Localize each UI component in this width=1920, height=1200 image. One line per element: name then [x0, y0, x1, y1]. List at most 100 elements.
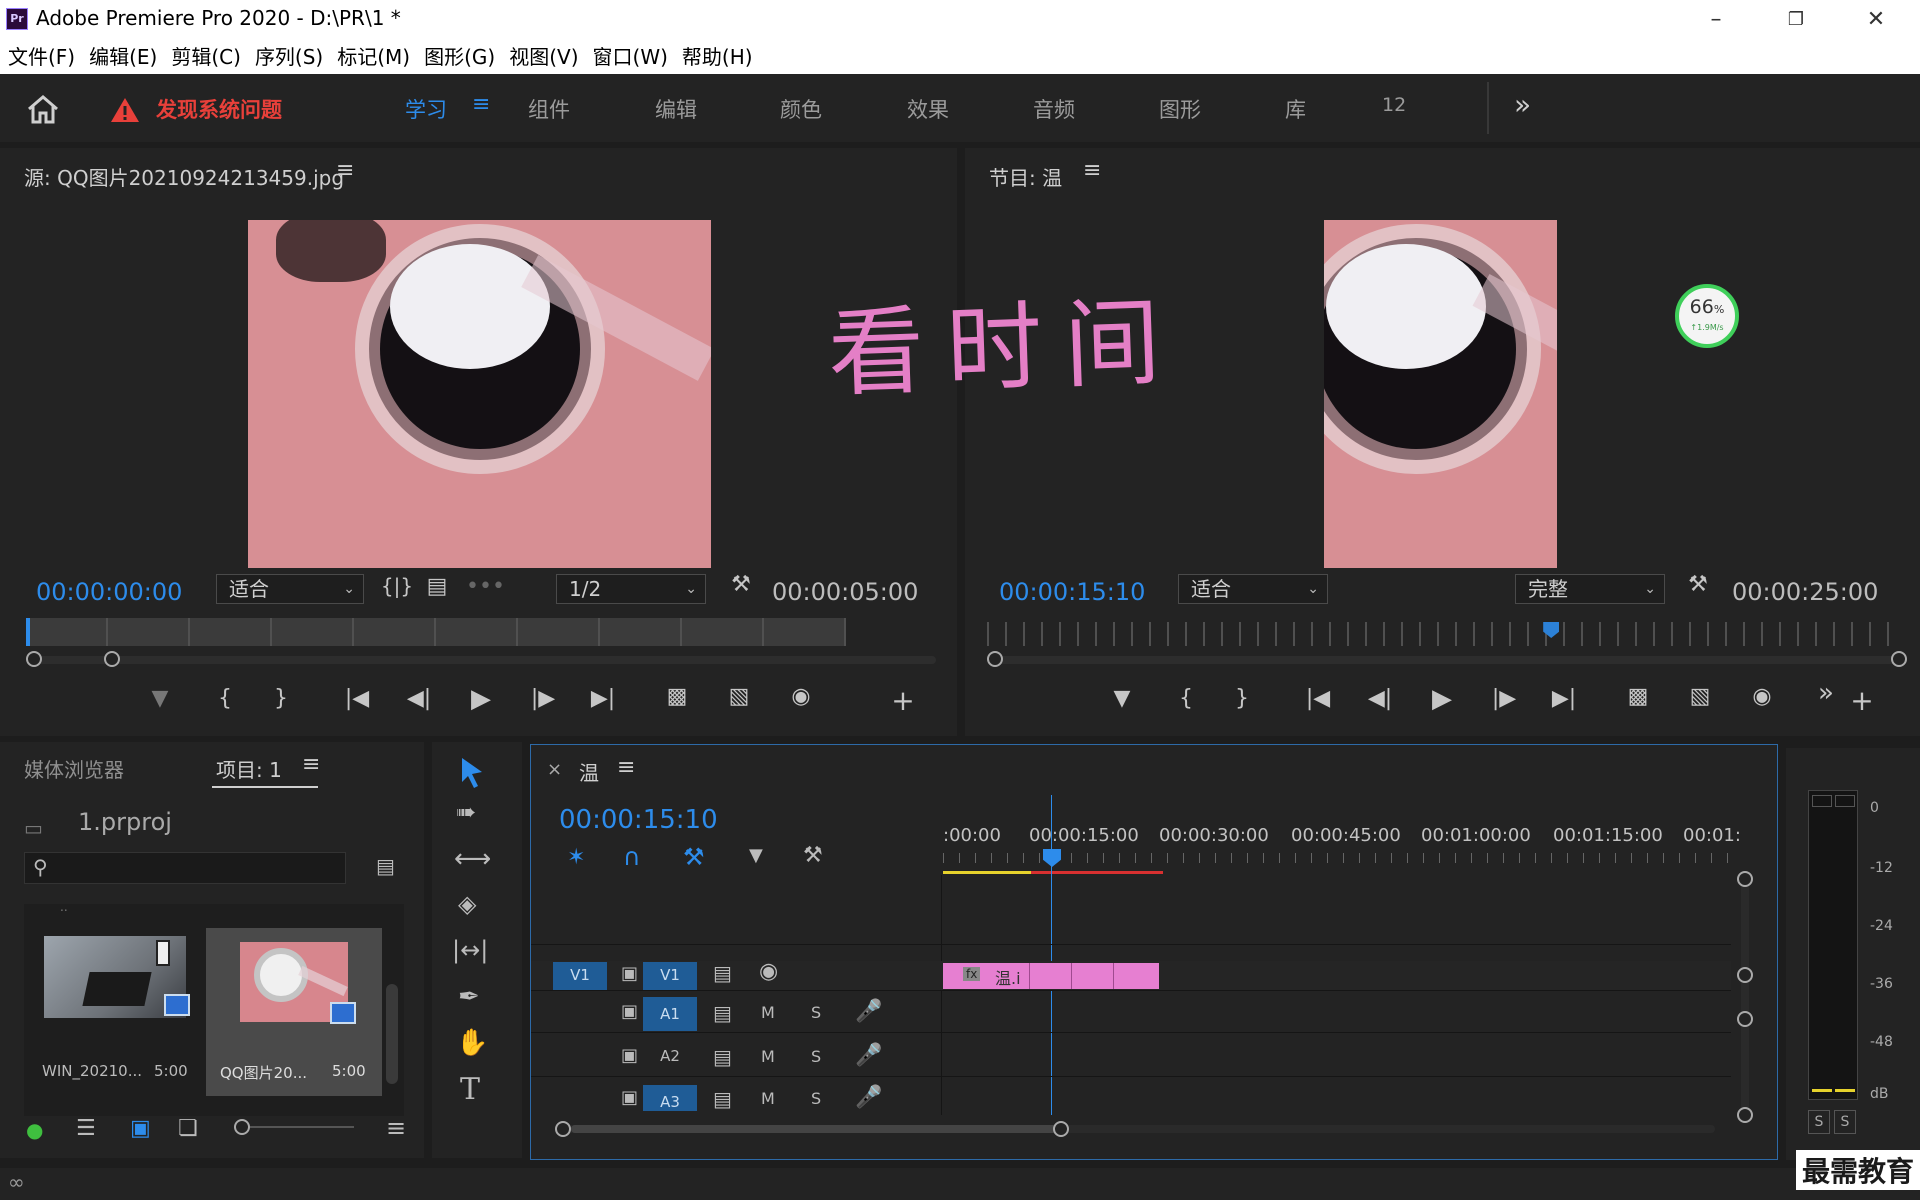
- track-name-a1[interactable]: A1: [643, 997, 697, 1031]
- voice-over-mic-icon[interactable]: 🎤: [855, 1043, 882, 1068]
- selection-tool-icon[interactable]: [450, 752, 490, 792]
- more-workspaces-icon[interactable]: »: [1514, 88, 1531, 121]
- snap-magnet-icon[interactable]: ∩: [623, 843, 641, 871]
- program-panel-menu-icon[interactable]: ≡: [1083, 158, 1101, 183]
- pen-tool-icon[interactable]: ✒: [458, 982, 480, 1012]
- menu-window[interactable]: 窗口(W): [593, 40, 668, 74]
- timeline-vertical-scrollbar[interactable]: [1737, 871, 1753, 1123]
- slip-tool-icon[interactable]: |↔|: [452, 936, 488, 964]
- tab-project[interactable]: 项目: 1: [216, 754, 282, 783]
- go-to-in-icon[interactable]: |◀: [340, 686, 374, 711]
- track-a2[interactable]: ▣ A2 ▤ M S 🎤: [531, 1037, 1731, 1077]
- close-sequence-icon[interactable]: ×: [547, 759, 562, 780]
- track-select-tool-icon[interactable]: ➠: [456, 798, 476, 826]
- go-to-out-icon[interactable]: ▶|: [1547, 686, 1581, 711]
- toggle-track-output-eye-icon[interactable]: ◉: [759, 959, 778, 984]
- tab-audio[interactable]: 音频: [1033, 94, 1075, 124]
- source-panel-menu-icon[interactable]: ≡: [336, 158, 354, 183]
- linked-selection-icon[interactable]: ⚒: [683, 843, 705, 871]
- icon-view-icon[interactable]: ▣: [130, 1116, 151, 1141]
- sync-lock-icon[interactable]: ▤: [713, 961, 732, 985]
- solo-track-button[interactable]: S: [811, 1003, 821, 1022]
- vscroll-handle-top[interactable]: [1737, 871, 1753, 887]
- sort-icon[interactable]: ≡: [386, 1114, 406, 1142]
- home-icon[interactable]: [26, 94, 60, 124]
- zoom-handle-left[interactable]: [26, 651, 42, 667]
- zoom-handle-left[interactable]: [987, 651, 1003, 667]
- list-view-icon[interactable]: ☰: [76, 1116, 96, 1141]
- menu-file[interactable]: 文件(F): [8, 40, 75, 74]
- menu-view[interactable]: 视图(V): [509, 40, 578, 74]
- razor-tool-icon[interactable]: ◈: [458, 890, 476, 918]
- track-name-a3[interactable]: A3: [643, 1085, 697, 1111]
- lift-icon[interactable]: ▩: [1621, 684, 1655, 709]
- minimize-icon[interactable]: –: [1696, 4, 1736, 36]
- source-patch-v1[interactable]: V1: [553, 962, 607, 990]
- sync-lock-icon[interactable]: ▤: [713, 1045, 732, 1069]
- program-zoom-scrollbar[interactable]: [987, 651, 1907, 667]
- drag-video-icon[interactable]: {|}: [380, 574, 414, 598]
- tab-color[interactable]: 颜色: [780, 94, 822, 124]
- type-tool-icon[interactable]: T: [460, 1072, 480, 1107]
- lock-icon[interactable]: ●: [26, 1118, 43, 1142]
- slider-thumb[interactable]: [234, 1119, 250, 1135]
- add-marker-icon[interactable]: ▼: [143, 686, 177, 711]
- system-issue-warning[interactable]: 发现系统问题: [156, 94, 282, 124]
- export-frame-camera-icon[interactable]: ◉: [1745, 684, 1779, 709]
- step-forward-icon[interactable]: |▶: [1487, 686, 1521, 711]
- freeform-view-icon[interactable]: ❏: [178, 1116, 198, 1141]
- project-scrollbar[interactable]: [386, 984, 398, 1084]
- drag-audio-icon[interactable]: •••: [466, 574, 505, 599]
- solo-left-button[interactable]: S: [1808, 1110, 1830, 1134]
- tab-learning[interactable]: 学习: [405, 94, 447, 124]
- sync-lock-icon[interactable]: ▤: [713, 1001, 732, 1025]
- timeline-timecode[interactable]: 00:00:15:10: [559, 805, 718, 835]
- program-timecode[interactable]: 00:00:15:10: [999, 578, 1145, 606]
- button-editor-plus-icon[interactable]: +: [886, 684, 920, 717]
- tab-editing[interactable]: 编辑: [655, 94, 697, 124]
- vscroll-handle-bottom[interactable]: [1737, 1107, 1753, 1123]
- drag-filmstrip-icon[interactable]: ▤: [420, 574, 454, 599]
- export-frame-camera-icon[interactable]: ◉: [784, 684, 818, 709]
- source-timecode[interactable]: 00:00:00:00: [36, 578, 182, 606]
- restore-icon[interactable]: ❐: [1776, 4, 1816, 36]
- play-icon[interactable]: ▶: [1425, 684, 1459, 714]
- sync-lock-icon[interactable]: ▤: [713, 1087, 732, 1111]
- hand-tool-icon[interactable]: ✋: [456, 1028, 488, 1058]
- vscroll-handle-mid1[interactable]: [1737, 967, 1753, 983]
- add-marker-icon[interactable]: ▼: [749, 845, 763, 866]
- extract-icon[interactable]: ▧: [1683, 684, 1717, 709]
- solo-track-button[interactable]: S: [811, 1089, 821, 1108]
- timeline-horizontal-scrollbar[interactable]: [555, 1121, 1715, 1137]
- project-item[interactable]: WIN_20210... 5:00: [24, 928, 204, 1096]
- go-to-out-icon[interactable]: ▶|: [586, 686, 620, 711]
- voice-over-mic-icon[interactable]: 🎤: [855, 1085, 882, 1110]
- timeline-settings-wrench-icon[interactable]: ⚒: [803, 843, 823, 868]
- project-search-input[interactable]: ⚲: [24, 852, 346, 884]
- track-name-a2[interactable]: A2: [643, 1047, 697, 1065]
- program-settings-wrench-icon[interactable]: ⚒: [1681, 572, 1715, 597]
- nest-toggle-icon[interactable]: ✶: [567, 845, 585, 870]
- tab-libraries[interactable]: 库: [1285, 94, 1306, 124]
- menu-graphics[interactable]: 图形(G): [424, 40, 495, 74]
- tab-assembly[interactable]: 组件: [528, 94, 570, 124]
- timeline-panel-menu-icon[interactable]: ≡: [617, 755, 635, 780]
- timeline-ruler-ticks[interactable]: [943, 853, 1743, 863]
- track-lock-icon[interactable]: ▣: [621, 1045, 638, 1066]
- track-lock-icon[interactable]: ▣: [621, 1001, 638, 1022]
- track-lock-icon[interactable]: ▣: [621, 963, 638, 984]
- solo-track-button[interactable]: S: [811, 1047, 821, 1066]
- track-a1[interactable]: ▣ A1 ▤ M S 🎤: [531, 993, 1731, 1033]
- program-fit-dropdown[interactable]: 适合 ⌄: [1178, 574, 1328, 604]
- ripple-edit-tool-icon[interactable]: ⟷: [454, 844, 491, 874]
- source-fit-dropdown[interactable]: 适合 ⌄: [216, 574, 364, 604]
- vscroll-handle-mid2[interactable]: [1737, 1011, 1753, 1027]
- step-back-icon[interactable]: ◀|: [1363, 686, 1397, 711]
- menu-edit[interactable]: 编辑(E): [89, 40, 157, 74]
- zoom-handle-right[interactable]: [104, 651, 120, 667]
- creative-cloud-icon[interactable]: ∞: [8, 1170, 25, 1194]
- thumbnail-size-slider[interactable]: [234, 1119, 354, 1135]
- track-name-v1[interactable]: V1: [643, 962, 697, 990]
- mute-track-button[interactable]: M: [761, 1047, 775, 1066]
- mute-track-button[interactable]: M: [761, 1003, 775, 1022]
